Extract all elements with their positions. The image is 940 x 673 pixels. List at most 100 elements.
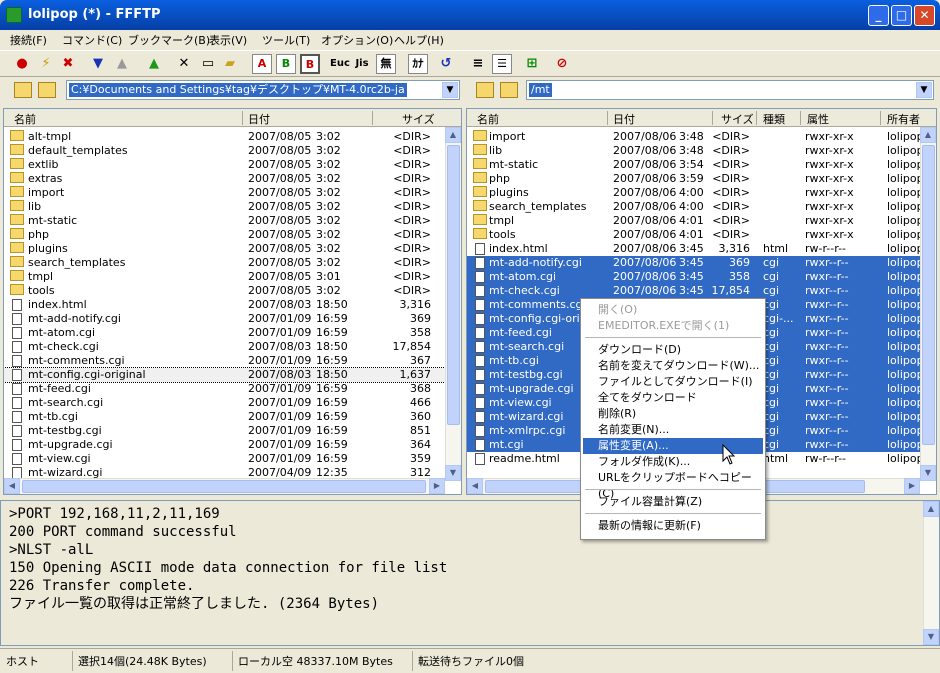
mkdir-icon[interactable]: ▰ bbox=[220, 54, 240, 74]
list-item[interactable]: import 2007/08/06 3:48 <DIR> rwxr-xr-x lolipo… bbox=[467, 130, 936, 144]
menu-connect[interactable]: 接続(F) bbox=[10, 32, 47, 48]
list-item[interactable]: mt-atom.cgi 2007/08/06 3:45 358 cgi rwxr--r--… bbox=[467, 270, 936, 284]
delete-icon[interactable]: ✕ bbox=[174, 54, 194, 74]
list-item[interactable]: tmpl 2007/08/05 3:01 <DIR> bbox=[4, 270, 461, 284]
col-owner[interactable]: 所有者 bbox=[887, 111, 920, 127]
remote-path-input[interactable]: /mt ▼ bbox=[526, 80, 934, 100]
close-button[interactable]: ✕ bbox=[914, 5, 935, 26]
list-item[interactable]: index.html 2007/08/03 18:50 3,316 bbox=[4, 298, 461, 312]
col-name[interactable]: 名前 bbox=[477, 111, 499, 127]
remote-up-folder-icon[interactable] bbox=[476, 82, 494, 98]
col-size[interactable]: サイズ bbox=[402, 111, 435, 127]
list-item[interactable]: import 2007/08/05 3:02 <DIR> bbox=[4, 186, 461, 200]
list-item[interactable]: mt-feed.cgi 2007/01/09 16:59 368 bbox=[4, 382, 461, 396]
local-path-input[interactable]: C:¥Documents and Settings¥tag¥デスクトップ¥MT-… bbox=[66, 80, 460, 100]
scroll-up-icon[interactable]: ▲ bbox=[920, 127, 936, 143]
list-item[interactable]: mt-tb.cgi 2007/01/09 16:59 360 bbox=[4, 410, 461, 424]
context-menu-item[interactable]: URLをクリップボードへコピー(C) bbox=[583, 470, 763, 500]
scroll-left-icon[interactable]: ◀ bbox=[467, 478, 483, 494]
auto-mode-icon[interactable]: B bbox=[300, 54, 320, 74]
list-item[interactable]: mt-search.cgi 2007/01/09 16:59 466 bbox=[4, 396, 461, 410]
euc-icon[interactable]: Euc bbox=[330, 54, 350, 74]
list-item[interactable]: search_templates 2007/08/06 4:00 <DIR> rwxr-… bbox=[467, 200, 936, 214]
list-item[interactable]: mt-view.cgi 2007/01/09 16:59 359 bbox=[4, 452, 461, 466]
menu-view[interactable]: 表示(V) bbox=[209, 32, 247, 48]
list-item[interactable]: tools 2007/08/05 3:02 <DIR> bbox=[4, 284, 461, 298]
context-menu-item[interactable]: ファイル容量計算(Z) bbox=[583, 494, 763, 510]
scroll-left-icon[interactable]: ◀ bbox=[4, 478, 20, 494]
list-item[interactable]: plugins 2007/08/05 3:02 <DIR> bbox=[4, 242, 461, 256]
context-menu-item[interactable]: フォルダ作成(K)... bbox=[583, 454, 763, 470]
maximize-button[interactable]: □ bbox=[891, 5, 912, 26]
scroll-up-icon[interactable]: ▲ bbox=[445, 127, 461, 143]
app-icon[interactable] bbox=[6, 7, 22, 23]
list-view-icon[interactable]: ≡ bbox=[468, 54, 488, 74]
list-item[interactable]: mt-config.cgi-original 2007/08/03 18:50 1,6… bbox=[4, 367, 461, 383]
menu-bookmark[interactable]: ブックマーク(B) bbox=[128, 32, 210, 48]
list-item[interactable]: extlib 2007/08/05 3:02 <DIR> bbox=[4, 158, 461, 172]
list-item[interactable]: search_templates 2007/08/05 3:02 <DIR> bbox=[4, 256, 461, 270]
connect-icon[interactable]: ● bbox=[12, 54, 32, 74]
refresh-icon[interactable]: ↺ bbox=[436, 54, 456, 74]
context-menu-item[interactable]: ファイルとしてダウンロード(I) bbox=[583, 374, 763, 390]
minimize-button[interactable]: _ bbox=[868, 5, 889, 26]
list-item[interactable]: mt-check.cgi 2007/08/03 18:50 17,854 bbox=[4, 340, 461, 354]
list-item[interactable]: plugins 2007/08/06 4:00 <DIR> rwxr-xr-x lolip… bbox=[467, 186, 936, 200]
list-item[interactable]: default_templates 2007/08/05 3:02 <DIR> bbox=[4, 144, 461, 158]
local-horizontal-scrollbar[interactable]: ◀ ▶ bbox=[4, 478, 445, 494]
disconnect-icon[interactable]: ✖ bbox=[58, 54, 78, 74]
list-item[interactable]: mt-check.cgi 2007/08/06 3:45 17,854 cgi rwxr-… bbox=[467, 284, 936, 298]
mirror-upload-icon[interactable]: ▲ bbox=[144, 54, 164, 74]
sync-icon[interactable]: ⊞ bbox=[522, 54, 542, 74]
list-item[interactable]: lib 2007/08/05 3:02 <DIR> bbox=[4, 200, 461, 214]
list-item[interactable]: mt-static 2007/08/05 3:02 <DIR> bbox=[4, 214, 461, 228]
context-menu-item[interactable]: ダウンロード(D) bbox=[583, 342, 763, 358]
col-attr[interactable]: 属性 bbox=[807, 111, 829, 127]
list-item[interactable]: mt-add-notify.cgi 2007/08/06 3:45 369 cgi rwx… bbox=[467, 256, 936, 270]
kana-icon[interactable]: ｶﾅ bbox=[408, 54, 428, 74]
list-item[interactable]: mt-testbg.cgi 2007/01/09 16:59 851 bbox=[4, 424, 461, 438]
scroll-thumb[interactable] bbox=[447, 145, 460, 425]
scroll-down-icon[interactable]: ▼ bbox=[920, 465, 936, 481]
menu-help[interactable]: ヘルプ(H) bbox=[394, 32, 444, 48]
local-file-list[interactable]: 名前 日付 サイズ alt-tmpl 2007/08/05 3:02 <DIR> def… bbox=[3, 108, 462, 495]
local-up-folder-icon[interactable] bbox=[14, 82, 32, 98]
context-menu-item[interactable]: 名前変更(N)... bbox=[583, 422, 763, 438]
download-icon[interactable]: ▼ bbox=[88, 54, 108, 74]
rename-icon[interactable]: ▭ bbox=[198, 54, 218, 74]
no-conversion-icon[interactable]: 無 bbox=[376, 54, 396, 74]
context-menu-item[interactable]: 全てをダウンロード bbox=[583, 390, 763, 406]
col-date[interactable]: 日付 bbox=[613, 111, 635, 127]
list-item[interactable]: mt-upgrade.cgi 2007/01/09 16:59 364 bbox=[4, 438, 461, 452]
scroll-thumb[interactable] bbox=[22, 480, 426, 493]
context-menu-item[interactable]: 名前を変えてダウンロード(W)... bbox=[583, 358, 763, 374]
chevron-down-icon[interactable]: ▼ bbox=[442, 82, 458, 98]
list-item[interactable]: tmpl 2007/08/06 4:01 <DIR> rwxr-xr-x lolipop bbox=[467, 214, 936, 228]
stop-icon[interactable]: ⊘ bbox=[552, 54, 572, 74]
scroll-right-icon[interactable]: ▶ bbox=[904, 478, 920, 494]
scroll-down-icon[interactable]: ▼ bbox=[923, 629, 939, 645]
list-item[interactable]: tools 2007/08/06 4:01 <DIR> rwxr-xr-x lolipop bbox=[467, 228, 936, 242]
list-item[interactable]: mt-static 2007/08/06 3:54 <DIR> rwxr-xr-x lol… bbox=[467, 158, 936, 172]
remote-open-folder-icon[interactable] bbox=[500, 82, 518, 98]
quick-connect-icon[interactable]: ⚡ bbox=[36, 54, 56, 74]
remote-vertical-scrollbar[interactable]: ▲ ▼ bbox=[920, 127, 936, 481]
context-menu-item[interactable]: 属性変更(A)... bbox=[583, 438, 763, 454]
list-item[interactable]: extras 2007/08/05 3:02 <DIR> bbox=[4, 172, 461, 186]
local-vertical-scrollbar[interactable]: ▲ ▼ bbox=[445, 127, 461, 481]
list-item[interactable]: lib 2007/08/06 3:48 <DIR> rwxr-xr-x lolipop bbox=[467, 144, 936, 158]
menu-command[interactable]: コマンド(C) bbox=[62, 32, 122, 48]
list-item[interactable]: php 2007/08/05 3:02 <DIR> bbox=[4, 228, 461, 242]
scroll-thumb[interactable] bbox=[922, 145, 935, 445]
list-item[interactable]: index.html 2007/08/06 3:45 3,316 html rw-r--r… bbox=[467, 242, 936, 256]
menu-tools[interactable]: ツール(T) bbox=[262, 32, 310, 48]
jis-icon[interactable]: Jis bbox=[352, 54, 372, 74]
list-item[interactable]: alt-tmpl 2007/08/05 3:02 <DIR> bbox=[4, 130, 461, 144]
list-item[interactable]: mt-atom.cgi 2007/01/09 16:59 358 bbox=[4, 326, 461, 340]
col-size[interactable]: サイズ bbox=[721, 111, 754, 127]
detail-view-icon[interactable]: ☰ bbox=[492, 54, 512, 74]
list-item[interactable]: mt-add-notify.cgi 2007/01/09 16:59 369 bbox=[4, 312, 461, 326]
scroll-up-icon[interactable]: ▲ bbox=[923, 501, 939, 517]
log-panel[interactable]: >PORT 192,168,11,2,11,169 200 PORT comman… bbox=[0, 500, 940, 646]
local-open-folder-icon[interactable] bbox=[38, 82, 56, 98]
